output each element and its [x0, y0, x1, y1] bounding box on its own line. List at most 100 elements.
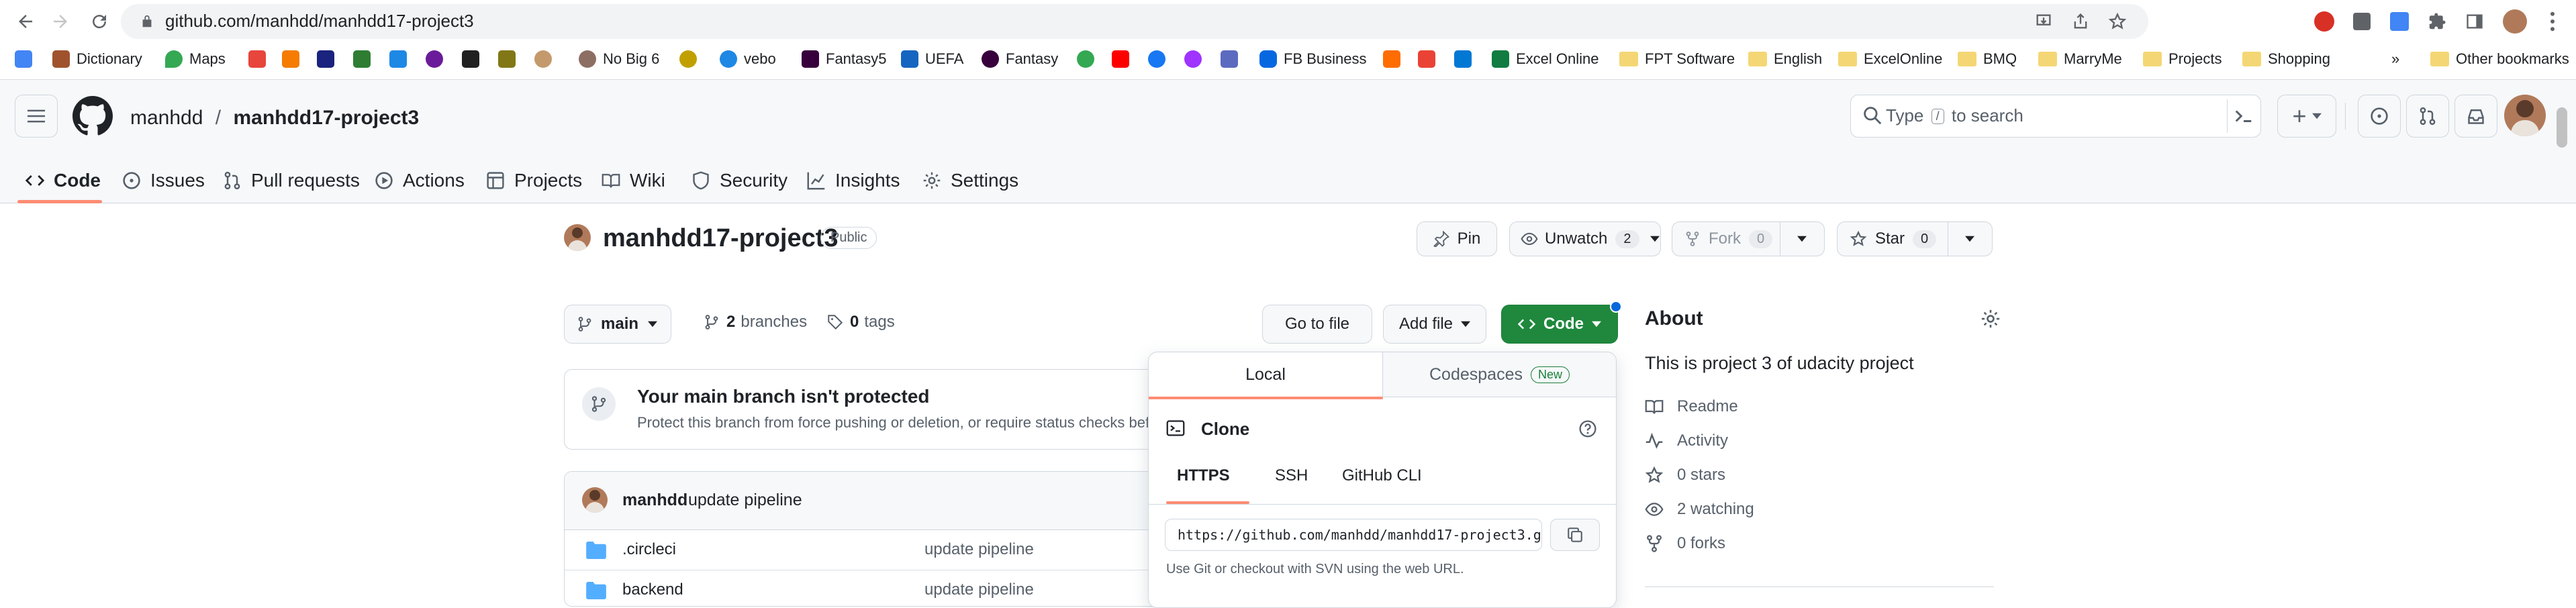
bookmark-gmail[interactable]	[1418, 44, 1442, 74]
tab-codespaces[interactable]: Codespaces New	[1383, 352, 1616, 397]
bookmark-folder-other[interactable]: Other bookmarks	[2430, 44, 2569, 74]
bookmarks-overflow-button[interactable]: »	[2391, 44, 2399, 74]
bookmark-fav-1[interactable]	[248, 44, 273, 74]
back-button[interactable]	[9, 5, 42, 38]
search-input[interactable]: Type / to search	[1850, 95, 2261, 138]
clone-url-input[interactable]: https://github.com/manhdd/manhdd17-proje…	[1165, 519, 1542, 551]
bookmark-folder-exceleonline[interactable]: ExcelOnline	[1838, 44, 1942, 74]
tab-projects[interactable]: Projects	[486, 160, 582, 201]
go-to-file-button[interactable]: Go to file	[1262, 305, 1372, 344]
extension-grid-icon[interactable]	[2347, 7, 2377, 36]
question-icon[interactable]	[1578, 419, 1597, 438]
gear-icon[interactable]	[1981, 309, 2001, 329]
repo-owner-avatar[interactable]	[564, 224, 591, 251]
bookmark-folder-bmq[interactable]: BMQ	[1958, 44, 2017, 74]
extensions-puzzle-icon[interactable]	[2422, 7, 2452, 36]
tab-wiki[interactable]: Wiki	[602, 160, 665, 201]
pull-requests-button[interactable]	[2406, 95, 2449, 138]
bookmark-vebo[interactable]: vebo	[720, 44, 776, 74]
bookmark-fantasy5[interactable]: Fantasy5	[802, 44, 887, 74]
about-stars-link[interactable]: 0 stars	[1645, 466, 1725, 485]
commit-message[interactable]: update pipeline	[688, 491, 802, 510]
bookmark-messenger[interactable]	[1184, 44, 1208, 74]
issues-button[interactable]	[2358, 95, 2401, 138]
clone-url-text[interactable]: https://github.com/manhdd/manhdd17-proje…	[1178, 527, 1541, 543]
profile-avatar[interactable]	[2500, 7, 2530, 36]
extension-blue-icon[interactable]	[2385, 7, 2414, 36]
file-row[interactable]: .circleci update pipeline	[565, 529, 1182, 570]
tab-code[interactable]: Code	[26, 160, 101, 201]
file-name[interactable]: backend	[622, 580, 683, 599]
address-bar[interactable]: github.com/manhdd/manhdd17-project3	[121, 4, 2148, 39]
bookmark-folder-english[interactable]: English	[1748, 44, 1822, 74]
repo-title[interactable]: manhdd17-project3	[603, 224, 839, 253]
about-forks-link[interactable]: 0 forks	[1645, 534, 1725, 553]
file-commit-message[interactable]: update pipeline	[924, 540, 1034, 559]
clone-tab-https[interactable]: HTTPS	[1177, 466, 1230, 485]
kebab-menu-icon[interactable]	[2538, 7, 2567, 36]
about-readme-link[interactable]: Readme	[1645, 397, 1738, 416]
tab-issues[interactable]: Issues	[122, 160, 205, 201]
bookmark-fav-13[interactable]	[1383, 44, 1407, 74]
extension-red-icon[interactable]	[2309, 7, 2339, 36]
add-file-button[interactable]: Add file	[1383, 305, 1486, 344]
bookmark-fav-12[interactable]	[1221, 44, 1245, 74]
bookmark-fav-6[interactable]	[426, 44, 450, 74]
tags-link[interactable]: 0 tags	[827, 313, 895, 332]
tab-security[interactable]: Security	[691, 160, 788, 201]
github-logo-icon[interactable]	[73, 96, 113, 136]
clone-tab-ssh[interactable]: SSH	[1275, 466, 1308, 485]
bookmark-star-icon[interactable]	[2108, 12, 2127, 31]
about-watching-link[interactable]: 2 watching	[1645, 500, 1754, 519]
commit-author-avatar[interactable]	[582, 487, 608, 513]
file-row[interactable]: backend update pipeline	[565, 570, 1182, 606]
install-icon[interactable]	[2034, 12, 2053, 31]
bookmark-dictionary[interactable]: Dictionary	[52, 44, 142, 74]
breadcrumb-owner[interactable]: manhdd	[130, 107, 203, 129]
bookmark-maps[interactable]: Maps	[165, 44, 226, 74]
clone-tab-github-cli[interactable]: GitHub CLI	[1342, 466, 1422, 485]
page-scrollbar-thumb[interactable]	[2557, 107, 2567, 148]
bookmark-fantasy[interactable]: Fantasy	[982, 44, 1058, 74]
bookmark-fav-5[interactable]	[389, 44, 414, 74]
breadcrumb-repo[interactable]: manhdd17-project3	[233, 107, 419, 129]
branch-select-button[interactable]: main	[564, 305, 671, 344]
bookmark-fav-7[interactable]	[462, 44, 486, 74]
bookmark-no-big-6[interactable]: No Big 6	[579, 44, 659, 74]
command-palette-icon[interactable]	[2234, 106, 2254, 126]
bookmark-fav-2[interactable]	[282, 44, 306, 74]
fork-dropdown-button[interactable]	[1780, 236, 1823, 242]
branches-link[interactable]: 2 branches	[704, 313, 807, 332]
unwatch-button[interactable]: Unwatch 2	[1509, 221, 1661, 256]
commit-author[interactable]: manhdd	[622, 491, 687, 510]
bookmark-folder-marryme[interactable]: MarryMe	[2038, 44, 2122, 74]
bookmark-uefa[interactable]: UEFA	[901, 44, 963, 74]
bookmark-folder-fpt-software[interactable]: FPT Software	[1619, 44, 1735, 74]
fork-button[interactable]: Fork 0	[1672, 222, 1780, 256]
forward-button[interactable]	[44, 5, 77, 38]
copy-url-button[interactable]	[1550, 519, 1600, 551]
reload-button[interactable]	[83, 5, 115, 38]
bookmark-excel-online[interactable]: Excel Online	[1492, 44, 1599, 74]
file-name[interactable]: .circleci	[622, 540, 676, 559]
url-text[interactable]: github.com/manhdd/manhdd17-project3	[165, 11, 474, 32]
file-commit-message[interactable]: update pipeline	[924, 580, 1034, 599]
bookmark-fav-11[interactable]	[1077, 44, 1101, 74]
bookmark-fav-3[interactable]	[317, 44, 341, 74]
star-button[interactable]: Star 0	[1838, 222, 1948, 256]
bookmark-outlook[interactable]	[1454, 44, 1478, 74]
side-panel-icon[interactable]	[2460, 7, 2489, 36]
pin-button[interactable]: Pin	[1417, 221, 1497, 256]
hamburger-menu-button[interactable]	[15, 95, 58, 138]
inbox-button[interactable]	[2454, 95, 2497, 138]
tab-local[interactable]: Local	[1149, 352, 1383, 399]
bookmark-fav-10[interactable]	[679, 44, 704, 74]
tab-pull-requests[interactable]: Pull requests	[223, 160, 360, 201]
bookmark-fav-8[interactable]	[498, 44, 522, 74]
about-activity-link[interactable]: Activity	[1645, 432, 1728, 450]
bookmark-facebook[interactable]	[1148, 44, 1172, 74]
share-icon[interactable]	[2071, 12, 2090, 31]
bookmark-folder-shopping[interactable]: Shopping	[2242, 44, 2330, 74]
code-button[interactable]: Code	[1501, 305, 1618, 344]
tab-insights[interactable]: Insights	[807, 160, 900, 201]
